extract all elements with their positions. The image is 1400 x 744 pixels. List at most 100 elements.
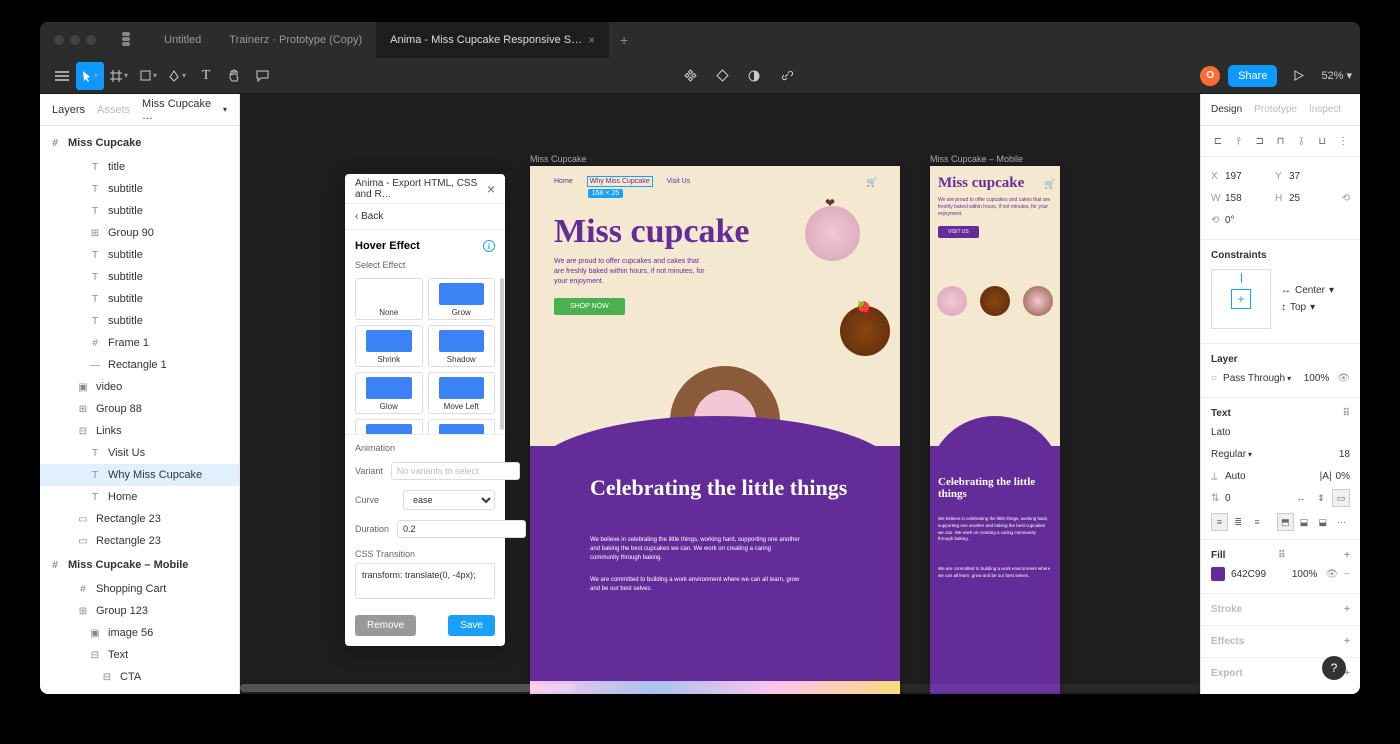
component-tool[interactable] — [676, 62, 704, 90]
visibility-icon[interactable]: 👁 — [1337, 373, 1350, 384]
pen-tool[interactable]: ▾ — [163, 62, 192, 90]
align-left-icon[interactable]: ≡ — [1211, 513, 1228, 531]
zoom-selector[interactable]: 52%▾ — [1321, 69, 1352, 82]
inspect-tab[interactable]: Inspect — [1309, 104, 1341, 115]
layer-row[interactable]: ⊟CTA — [40, 666, 239, 688]
remove-fill-icon[interactable]: − — [1344, 569, 1350, 580]
constraint-v[interactable]: ↕ Top ▾ — [1281, 302, 1334, 313]
layer-row[interactable]: ⊞Group 123 — [40, 600, 239, 622]
nav-why-selected[interactable]: Why Miss Cupcake — [587, 176, 653, 187]
align-vcenter-icon[interactable]: ⫱ — [1292, 132, 1310, 150]
align-right-icon[interactable]: ⊐ — [1251, 132, 1269, 150]
assets-tab[interactable]: Assets — [97, 104, 130, 116]
letter-spacing[interactable]: 0% — [1336, 471, 1350, 482]
align-bottom-icon[interactable]: ⊔ — [1313, 132, 1331, 150]
fill-style-icon[interactable]: ⠿ — [1278, 550, 1285, 561]
layer-row[interactable]: ▣video — [40, 376, 239, 398]
layer-row[interactable]: ⊟Links — [40, 420, 239, 442]
align-top-icon[interactable]: ⬒ — [1277, 513, 1294, 531]
align-bottom-icon[interactable]: ⬓ — [1314, 513, 1331, 531]
duration-input[interactable] — [397, 520, 526, 538]
add-stroke-icon[interactable]: + — [1344, 604, 1350, 615]
figma-logo-icon[interactable] — [122, 32, 138, 48]
font-weight[interactable]: Regular — [1211, 449, 1246, 460]
add-effect-icon[interactable]: + — [1344, 636, 1350, 647]
auto-width-icon[interactable]: ↔ — [1292, 489, 1310, 507]
visibility-icon[interactable]: 👁 — [1325, 569, 1338, 580]
close-icon[interactable]: × — [588, 33, 595, 47]
opacity-value[interactable]: 100% — [1304, 373, 1330, 384]
link-dimensions-icon[interactable]: ⟲ — [1342, 193, 1350, 204]
window-controls[interactable] — [54, 35, 96, 45]
text-options-icon[interactable]: ⠿ — [1343, 408, 1350, 419]
tab-untitled[interactable]: Untitled — [150, 22, 215, 58]
artboard-label[interactable]: Miss Cupcake – Mobile — [930, 154, 1023, 164]
effect-option[interactable]: Move Left — [428, 372, 496, 414]
menu-button[interactable] — [48, 62, 76, 90]
canvas[interactable]: Miss Cupcake Home Why Miss Cupcake Visit… — [240, 94, 1200, 694]
constraint-h[interactable]: ↔ Center ▾ — [1281, 285, 1334, 296]
nav-visit[interactable]: Visit Us — [667, 178, 691, 185]
distribute-icon[interactable]: ⋮ — [1334, 132, 1352, 150]
frame-header[interactable]: #Miss Cupcake – Mobile — [40, 552, 239, 578]
tab-trainerz[interactable]: Trainerz · Prototype (Copy) — [215, 22, 376, 58]
effect-option[interactable] — [355, 419, 423, 434]
add-tab-button[interactable]: + — [609, 22, 639, 58]
user-avatar[interactable]: O — [1200, 66, 1220, 86]
layer-row[interactable]: TVisit Us — [40, 442, 239, 464]
frame-tool[interactable]: ▾ — [104, 62, 134, 90]
align-top-icon[interactable]: ⊓ — [1272, 132, 1290, 150]
page-selector[interactable]: Miss Cupcake …▾ — [142, 98, 227, 122]
add-fill-icon[interactable]: + — [1344, 550, 1350, 561]
layer-row[interactable]: ▭Rectangle 23 — [40, 508, 239, 530]
layer-row[interactable]: Tsubtitle — [40, 288, 239, 310]
blend-mode[interactable]: Pass Through — [1223, 373, 1285, 384]
w-value[interactable]: 158 — [1225, 193, 1275, 204]
remove-button[interactable]: Remove — [355, 615, 416, 636]
font-family[interactable]: Lato — [1211, 427, 1230, 438]
share-button[interactable]: Share — [1228, 65, 1277, 87]
prototype-tab[interactable]: Prototype — [1254, 104, 1297, 115]
mask-tool[interactable] — [708, 62, 736, 90]
layer-row[interactable]: —Rectangle 1 — [40, 354, 239, 376]
effect-option[interactable]: Shrink — [355, 325, 423, 367]
rotation-value[interactable]: 0° — [1225, 215, 1275, 226]
auto-height-icon[interactable]: ⇕ — [1312, 489, 1330, 507]
boolean-tool[interactable] — [740, 62, 768, 90]
align-hcenter-icon[interactable]: ⫯ — [1230, 132, 1248, 150]
layer-row[interactable]: THome — [40, 486, 239, 508]
align-middle-icon[interactable]: ⬓ — [1296, 513, 1313, 531]
effect-option[interactable]: Glow — [355, 372, 423, 414]
layer-row[interactable]: ⊞Group 88 — [40, 398, 239, 420]
curve-select[interactable]: ease — [403, 490, 495, 510]
visit-button[interactable]: VISIT US — [938, 226, 979, 238]
artboard-desktop[interactable]: Home Why Miss Cupcake Visit Us Miss cupc… — [530, 166, 900, 694]
cart-icon[interactable] — [1044, 174, 1054, 184]
info-icon[interactable]: i — [483, 240, 495, 252]
cart-icon[interactable] — [866, 177, 876, 187]
shape-tool[interactable]: ▾ — [134, 62, 163, 90]
move-tool[interactable]: ▾ — [76, 62, 104, 90]
anima-plugin-panel[interactable]: Anima - Export HTML, CSS and R… × ‹ Back… — [345, 174, 505, 646]
layer-row[interactable]: #Shopping Cart — [40, 578, 239, 600]
artboard-mobile[interactable]: Miss cupcake We are proud to offer cupca… — [930, 166, 1060, 694]
align-right-icon[interactable]: ≡ — [1249, 513, 1266, 531]
effect-option[interactable]: Grow — [428, 278, 496, 320]
design-tab[interactable]: Design — [1211, 104, 1242, 115]
artboard-label[interactable]: Miss Cupcake — [530, 154, 587, 164]
layer-row[interactable]: Tsubtitle — [40, 200, 239, 222]
layer-row[interactable]: TWhy Miss Cupcake — [40, 464, 239, 486]
layers-tree[interactable]: #Miss Cupcake TtitleTsubtitleTsubtitle⊞G… — [40, 126, 239, 694]
h-value[interactable]: 25 — [1289, 193, 1339, 204]
fill-opacity[interactable]: 100% — [1292, 569, 1318, 580]
layer-row[interactable]: Tsubtitle — [40, 688, 239, 694]
color-swatch[interactable] — [1211, 567, 1225, 581]
save-button[interactable]: Save — [448, 615, 495, 636]
fixed-size-icon[interactable]: ▭ — [1332, 489, 1350, 507]
fill-color[interactable]: 642C99 — [1231, 569, 1266, 580]
x-value[interactable]: 197 — [1225, 171, 1275, 182]
nav-home[interactable]: Home — [554, 178, 573, 185]
close-icon[interactable]: × — [487, 181, 495, 197]
comment-tool[interactable] — [248, 62, 276, 90]
layer-row[interactable]: Tsubtitle — [40, 178, 239, 200]
